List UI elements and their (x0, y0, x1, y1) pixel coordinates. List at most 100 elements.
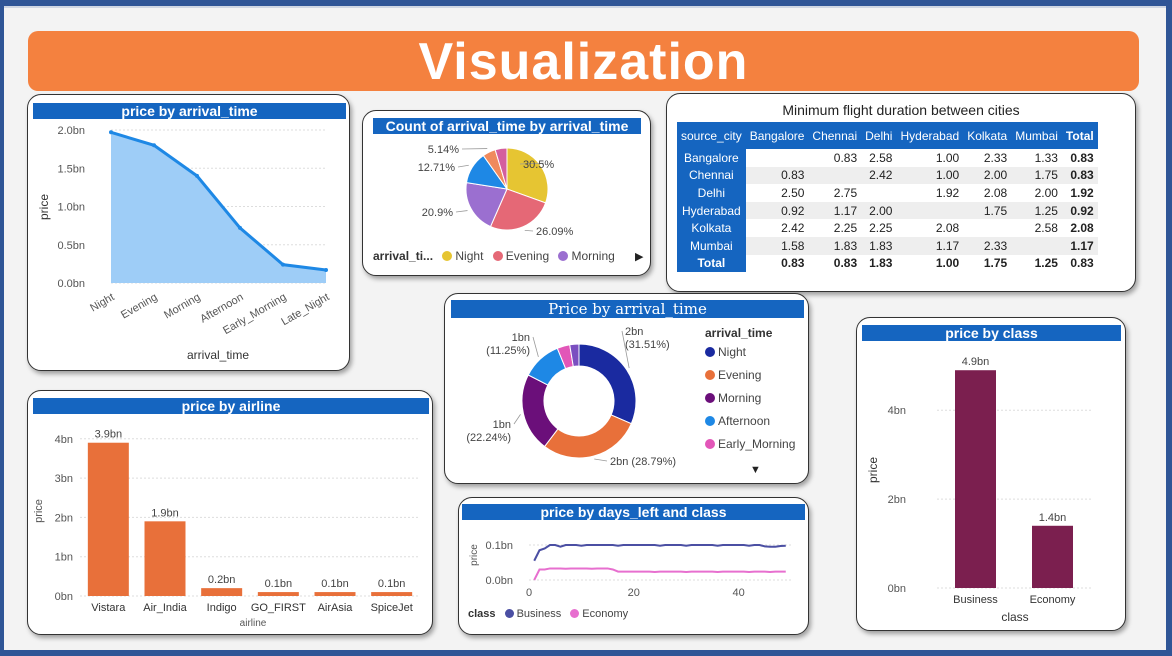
pie-count-slice-label: 20.9% (422, 207, 453, 219)
area-point[interactable] (324, 267, 328, 272)
donut-legend-item[interactable]: Morning (699, 391, 761, 405)
class-bar[interactable] (1032, 525, 1073, 588)
matrix-row-header: Mumbai (677, 236, 746, 255)
area-point[interactable] (281, 262, 285, 267)
airline-bar[interactable] (257, 592, 299, 596)
matrix-column-header[interactable]: Bangalore (745, 122, 809, 149)
matrix-row-header: Total (677, 254, 746, 273)
airline-data-label: 0.1bn (321, 578, 349, 590)
airline-xtick-label: Vistara (91, 602, 126, 614)
area-ytick-label: 1.0bn (57, 202, 85, 214)
airline-bar[interactable] (201, 588, 243, 596)
matrix-column-header[interactable]: Mumbai (1011, 122, 1062, 149)
donut-legend-label: Early_Morning (718, 437, 796, 451)
airline-ytick-label: 1bn (55, 552, 73, 564)
pie-count-slice-label: 12.71% (418, 162, 456, 174)
matrix-cell: 0.83 (1070, 256, 1094, 271)
donut-leader (513, 414, 521, 425)
legend-dot-evening (492, 251, 503, 261)
matrix-cell (1011, 236, 1062, 255)
donut-legend-item[interactable]: Afternoon (699, 414, 770, 428)
area-chart-card[interactable]: price by arrival_time 0.0bn 0.5bn 1.0bn 1.5… (27, 94, 350, 371)
matrix-cell: 2.58 (869, 150, 893, 165)
airline-data-label: 0.1bn (378, 578, 406, 590)
airline-bar[interactable] (314, 592, 356, 596)
matrix-column-header[interactable]: Chennai (808, 122, 862, 149)
airline-data-label: 1.9bn (151, 507, 179, 519)
donut-leader (532, 336, 539, 357)
days-series-line-economy[interactable] (533, 567, 786, 581)
donut-slice[interactable] (543, 414, 632, 459)
pie-count-leader (457, 164, 469, 168)
area-ytick-label: 0.0bn (57, 278, 85, 290)
airline-bar-card[interactable]: price by airline 0bn 1bn 2bn 3bn 4bn 3.9bn Vis… (27, 390, 433, 635)
days-line-card[interactable]: price by days_left and class 0.0bn 0.1bn 0… (458, 497, 809, 635)
area-xtick-label: Late_Night (279, 291, 331, 328)
matrix-cell (808, 166, 862, 185)
donut-chart: 2bn(31.51%)2bn (28.79%)1bn(22.24%)1bn(11… (466, 326, 676, 468)
matrix-cell: 1.17 (808, 201, 862, 220)
matrix-column-header[interactable]: Hyderabad (896, 122, 964, 149)
area-chart: 0.0bn 0.5bn 1.0bn 1.5bn 2.0bn Night Evening Mor… (37, 125, 332, 362)
airline-bar[interactable] (371, 592, 413, 596)
donut-legend-dot (705, 416, 715, 426)
matrix-card[interactable]: Minimum flight duration between cities s… (666, 93, 1136, 292)
matrix-cell: 2.00 (861, 201, 897, 220)
airline-bar[interactable] (144, 521, 186, 596)
days-legend-economy[interactable]: Economy (582, 608, 628, 620)
donut-slice[interactable] (578, 343, 637, 425)
class-bar-card[interactable]: price by class 0bn 2bn 4bn 4.9bn Business 1.4… (856, 317, 1126, 631)
pie-count-legend-night[interactable]: Night (455, 249, 483, 263)
days-series-line-business[interactable] (533, 544, 786, 562)
matrix-cell: 1.83 (869, 256, 893, 271)
pie-count-slice-label: 30.5% (523, 159, 554, 171)
pie-count-legend-morning[interactable]: Morning (571, 249, 614, 263)
matrix-cell (963, 219, 1011, 237)
donut-legend-item[interactable]: Early_Morning (699, 437, 795, 451)
matrix-column-header[interactable]: Delhi (861, 122, 897, 149)
area-point[interactable] (195, 173, 199, 178)
matrix-column-header[interactable]: Total (1061, 122, 1098, 149)
matrix-cell: 1.00 (935, 150, 960, 165)
class-ylabel: price (866, 457, 880, 483)
pie-count-legend: arrival_ti... Night Evening Morning (373, 249, 615, 263)
area-point[interactable] (109, 130, 113, 135)
donut-slice[interactable] (521, 374, 559, 448)
class-ytick-label: 0bn (888, 583, 906, 595)
pie-count-legend-evening[interactable]: Evening (506, 249, 549, 263)
pie-count-leader (524, 229, 534, 232)
matrix-table: source_city Bangalore Chennai Delhi Hyderaba… (677, 122, 1098, 273)
legend-dot-business (504, 609, 514, 618)
matrix-cell: 0.92 (745, 201, 809, 220)
donut-legend-dot (705, 393, 715, 403)
donut-card[interactable]: Price by arrival_time 2bn (31.51%) 2bn (28… (444, 293, 809, 484)
legend-more-icon[interactable]: ▼ (750, 464, 761, 476)
donut-legend-label: Afternoon (718, 414, 771, 428)
days-legend-business[interactable]: Business (517, 608, 562, 620)
days-xtick-label: 20 (628, 587, 640, 599)
legend-next-icon[interactable]: ▶ (635, 250, 643, 263)
matrix-column-header[interactable]: Kolkata (963, 122, 1012, 149)
matrix-cell: 2.42 (861, 166, 897, 185)
days-line-legend: class Business Economy (468, 608, 628, 620)
donut-legend-item[interactable]: Night (699, 345, 746, 359)
donut-legend-dot (705, 439, 715, 449)
matrix-column-header[interactable]: source_city (677, 122, 746, 149)
area-point[interactable] (152, 143, 156, 148)
class-bar[interactable] (955, 370, 996, 588)
area-ylabel: price (37, 194, 51, 220)
airline-ytick-label: 2bn (55, 512, 73, 524)
airline-xtick-label: Indigo (207, 602, 237, 614)
area-point[interactable] (238, 225, 242, 230)
airline-data-label: 3.9bn (95, 429, 123, 441)
pie-count-card[interactable]: Count of arrival_time by arrival_time 30… (362, 110, 651, 276)
airline-xlabel: airline (240, 618, 267, 629)
matrix-title: Minimum flight duration between cities (782, 102, 1020, 118)
matrix-cell: 1.83 (808, 236, 862, 255)
airline-data-label: 0.2bn (208, 574, 236, 586)
class-ytick-label: 2bn (888, 494, 906, 506)
airline-bar[interactable] (87, 442, 129, 596)
matrix-cell: 0.83 (745, 166, 809, 185)
pie-count-slice-label: 5.14% (428, 144, 459, 156)
donut-legend-item[interactable]: Evening (699, 368, 761, 382)
